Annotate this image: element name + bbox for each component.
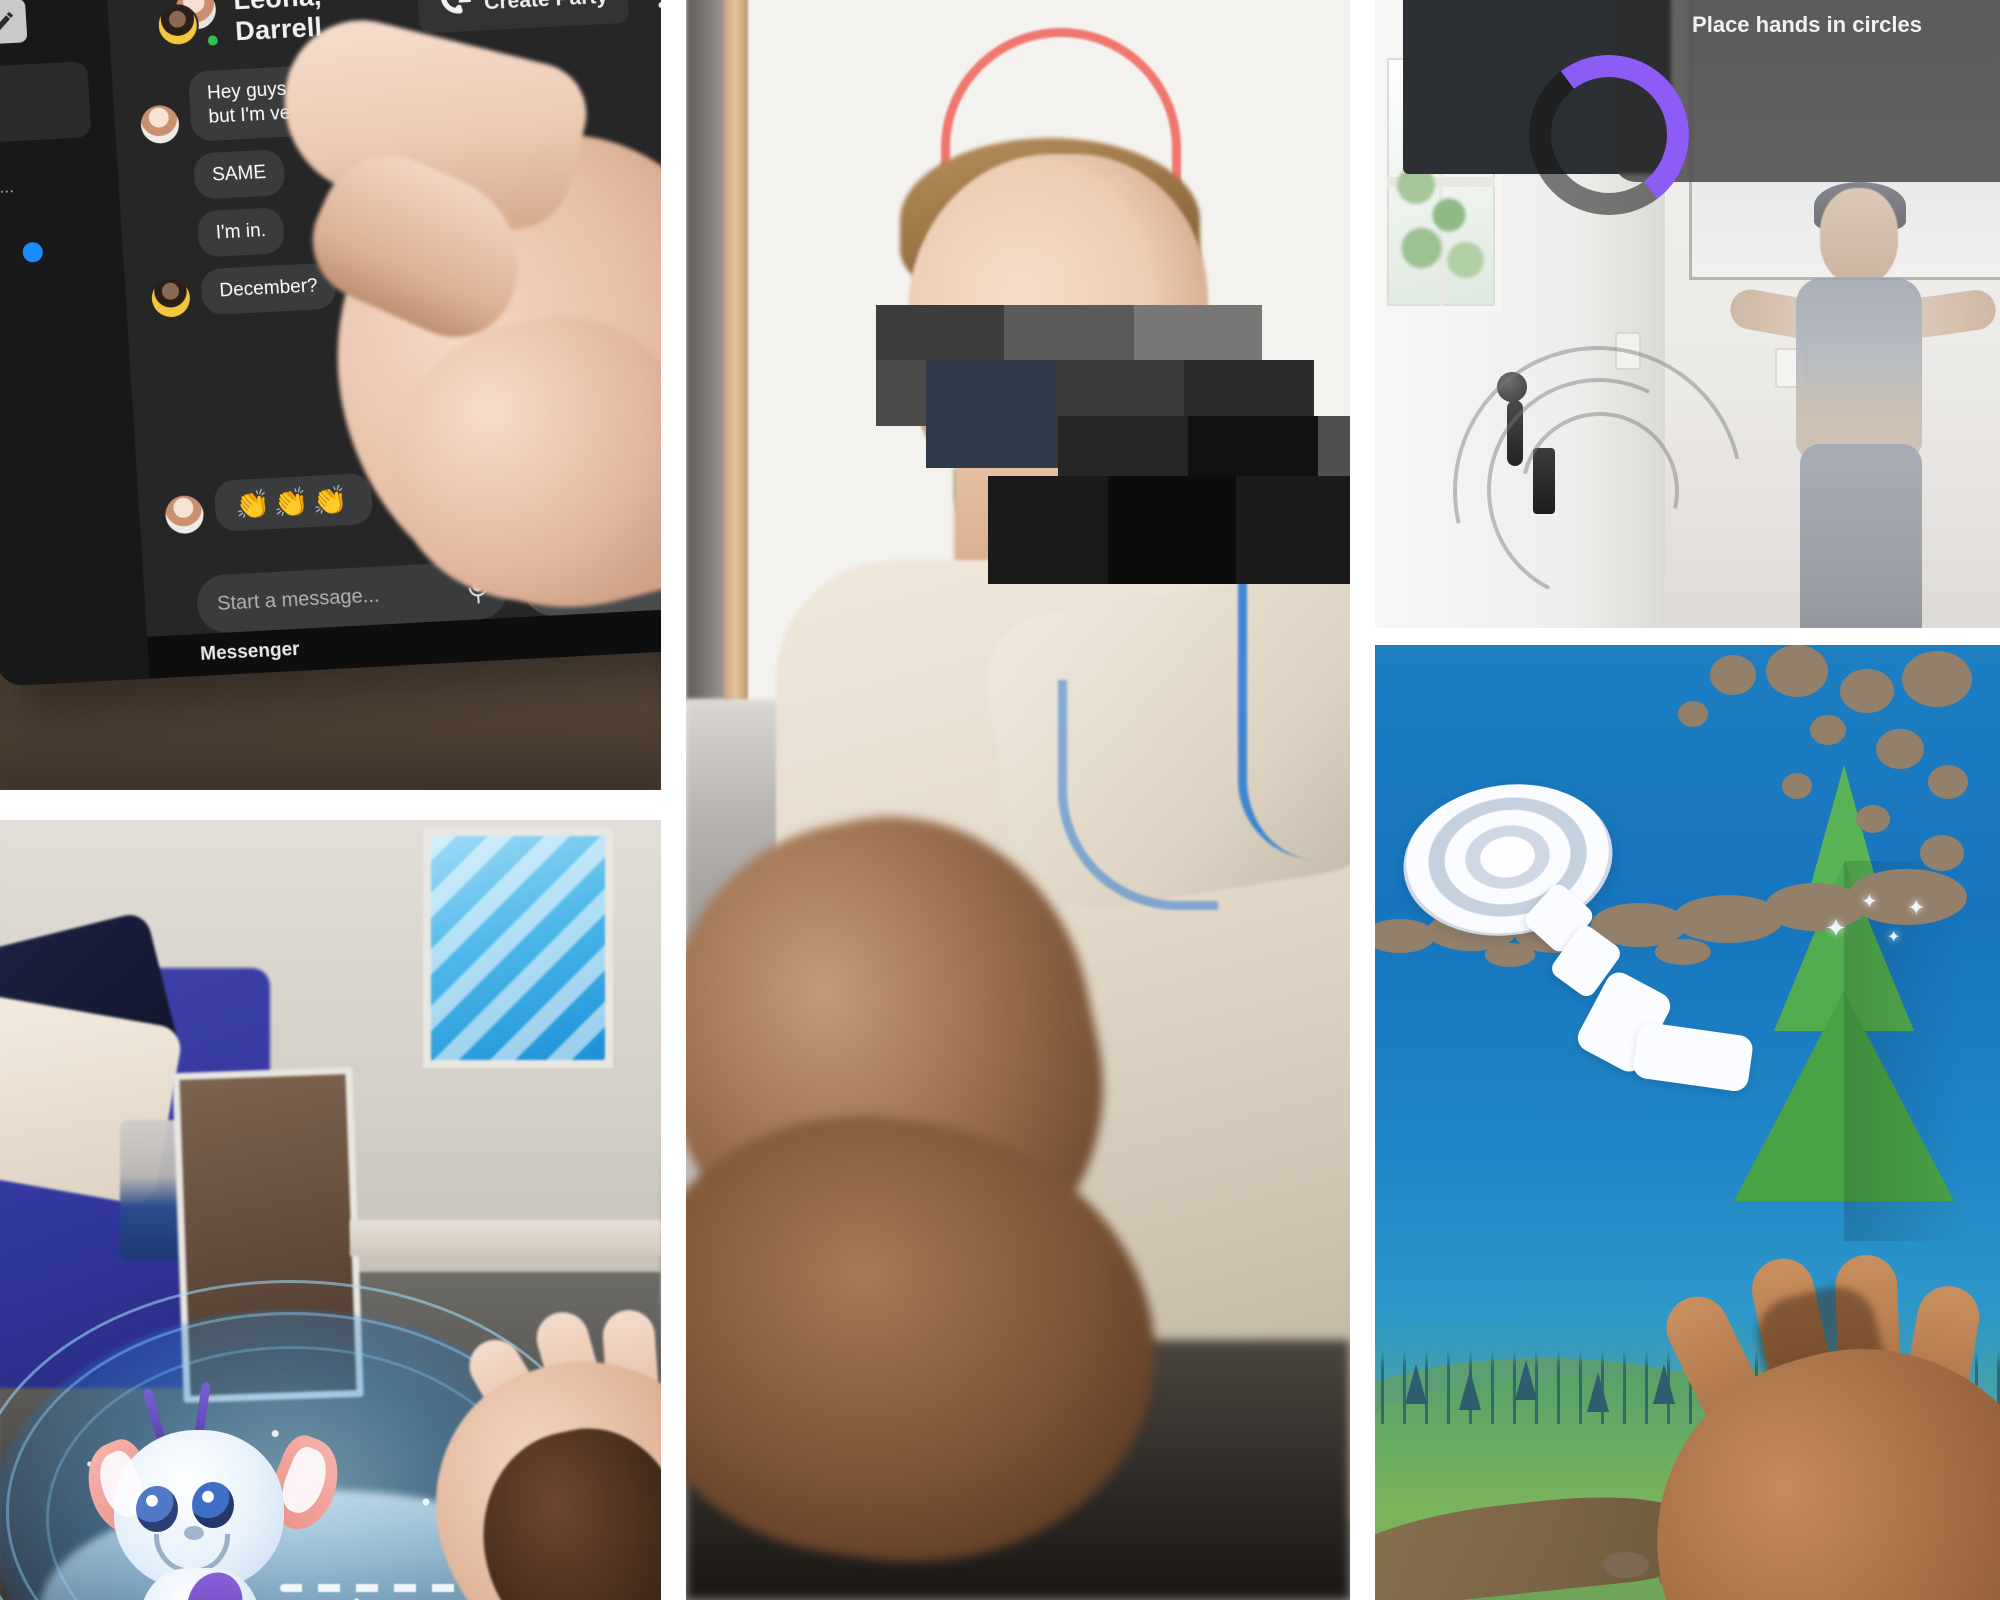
- fly-swatter[interactable]: [1393, 771, 1755, 1115]
- create-party-button[interactable]: Create Party: [416, 0, 630, 34]
- pet-creature[interactable]: [75, 1381, 351, 1600]
- sparkle-icon: ✦: [1861, 891, 1878, 913]
- avatar: [150, 277, 192, 318]
- message-row: Let me see what w work for our schedul: [157, 359, 661, 457]
- message-bubble: December?: [200, 262, 338, 316]
- pet-creature-panel: [0, 820, 661, 1600]
- thread-list-item-active[interactable]: [0, 61, 92, 145]
- fitness-avatar-panel: Place hands in circles: [1375, 0, 2000, 628]
- sparkle-icon: ✦: [1907, 895, 1926, 920]
- taskbar-app-label: Messenger: [199, 638, 301, 665]
- sparkle-icon: ✦: [1887, 929, 1901, 946]
- message-row: Hey guys, I don't know about you but I'm…: [138, 47, 661, 145]
- quick-reply-game-button[interactable]: Up for a game?: [520, 548, 661, 617]
- message-bubble: I'm in.: [196, 206, 286, 258]
- kebab-menu-icon[interactable]: [657, 0, 661, 9]
- compose-button[interactable]: [0, 0, 28, 45]
- hand-placement-circles: [1398, 291, 1798, 628]
- avatar: [139, 104, 181, 145]
- user-hand: [1610, 1210, 2000, 1600]
- message-bubble: Hell ya. It's supposed: [463, 302, 661, 360]
- panel-grid: xt we... fyi Leona, Darrell: [0, 0, 2000, 1600]
- message-row: 👏👏👏: [164, 456, 661, 535]
- sparkle-icon: ✦: [1825, 913, 1847, 943]
- thread-snippet-1: xt we...: [0, 177, 15, 199]
- message-bubble: Hey guys, I don't know about you but I'm…: [187, 54, 522, 142]
- messenger-conversation: Leona, Darrell Create Party: [105, 0, 661, 679]
- progress-ring-icon: [1518, 44, 1700, 226]
- messenger-vr-panel: xt we... fyi Leona, Darrell: [0, 0, 661, 790]
- pencil-compose-icon: [0, 12, 13, 31]
- group-avatar: [154, 0, 221, 51]
- unread-dot: [22, 241, 44, 263]
- user-hand: [398, 1290, 661, 1600]
- phone-party-icon: [440, 0, 472, 14]
- torso: [1796, 278, 1922, 458]
- head: [1820, 188, 1898, 284]
- message-bubble: Let me see what w work for our schedul: [353, 359, 661, 447]
- swatter-game-panel: ✦ ✦ ✦ ✦: [1375, 645, 2000, 1600]
- microphone-icon[interactable]: [468, 575, 488, 606]
- person-figure: [758, 120, 1350, 1520]
- avatar-spacer: [143, 162, 183, 202]
- message-bubble: SAME: [192, 148, 286, 200]
- messenger-window: xt we... fyi Leona, Darrell: [0, 0, 661, 687]
- dark-floor: [686, 1340, 1350, 1600]
- message-input-placeholder: Start a message...: [216, 584, 380, 615]
- pixelated-face-mosaic: [758, 120, 1350, 680]
- create-party-label: Create Party: [484, 0, 609, 15]
- presence-indicator: [205, 33, 221, 48]
- eye-left: [136, 1486, 178, 1532]
- message-list: Hey guys, I don't know about you but I'm…: [111, 36, 661, 549]
- message-bubble: 👏👏👏: [213, 472, 374, 532]
- person-headset-panel: [686, 0, 1350, 1600]
- legs: [1800, 444, 1922, 628]
- eye-right: [192, 1482, 234, 1528]
- hud-instruction-text: Place hands in circles: [1692, 12, 1922, 37]
- wall-poster: [423, 828, 613, 1068]
- chat-title: Leona, Darrell: [232, 0, 324, 47]
- picture-frame-edge: [724, 0, 750, 700]
- avatar-spacer: [147, 220, 187, 260]
- avatar: [164, 494, 205, 535]
